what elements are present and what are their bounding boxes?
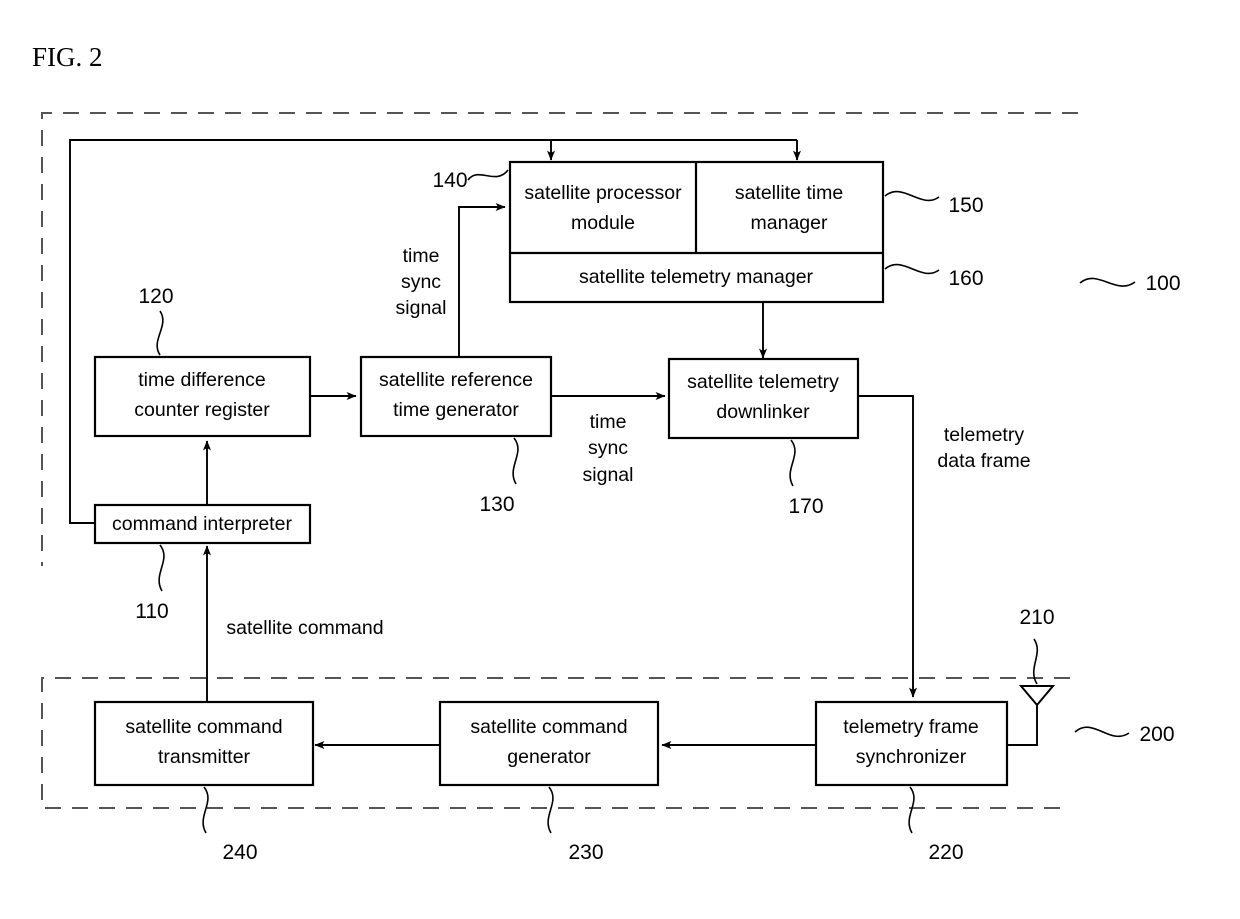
conn-frame-sync-to-antenna [1007, 704, 1038, 746]
signal-label-line2: sync [401, 271, 441, 293]
block-label-line2: generator [507, 746, 591, 768]
block-label-line1: satellite telemetry manager [579, 266, 814, 288]
leader-150 [884, 190, 940, 202]
block-command-transmitter[interactable]: satellite command transmitter [93, 700, 315, 787]
ref-num-220: 220 [928, 841, 963, 864]
block-label-line1: satellite command [470, 716, 627, 738]
block-label-line1: satellite time [735, 182, 843, 204]
leader-200 [1074, 726, 1130, 738]
block-label-line1: telemetry frame [843, 716, 978, 738]
block-label-line1: satellite reference [379, 369, 533, 391]
signal-time-sync-right: time sync signal [583, 411, 634, 486]
block-label-line1: satellite processor [524, 182, 682, 204]
leader-140 [467, 169, 509, 181]
block-label-line2: counter register [134, 399, 270, 421]
block-label-line2: module [571, 212, 635, 234]
block-label-line1: command interpreter [112, 513, 292, 535]
leader-240 [202, 786, 209, 834]
satellite-onboard-module-group: satellite processor module satellite tim… [508, 160, 885, 304]
block-label-line2: manager [751, 212, 828, 234]
signal-label-line1: telemetry [944, 424, 1024, 446]
antenna-icon [1018, 685, 1056, 707]
ref-num-160: 160 [948, 267, 983, 290]
block-frame-synchronizer[interactable]: telemetry frame synchronizer [814, 700, 1009, 787]
block-label-line2: transmitter [158, 746, 251, 768]
patent-figure: FIG. 2 satellite processor module satell… [0, 0, 1240, 919]
block-time-difference-counter[interactable]: time difference counter register [93, 355, 312, 438]
signal-label-line2: data frame [937, 450, 1030, 472]
block-label-line2: time generator [393, 399, 519, 421]
block-telemetry-downlinker[interactable]: satellite telemetry downlinker [667, 357, 860, 440]
block-outline [438, 700, 660, 787]
ref-num-130: 130 [479, 493, 514, 516]
signal-label-line1: satellite command [226, 617, 383, 639]
figure-title: FIG. 2 [32, 42, 103, 72]
figure-canvas: FIG. 2 satellite processor module satell… [32, 42, 1181, 864]
ref-num-230: 230 [568, 841, 603, 864]
block-reference-time-generator[interactable]: satellite reference time generator [359, 355, 553, 438]
leader-220 [908, 786, 915, 834]
ref-num-100: 100 [1145, 272, 1180, 295]
ref-num-240: 240 [222, 841, 257, 864]
ref-num-200: 200 [1139, 723, 1174, 746]
ref-num-170: 170 [788, 495, 823, 518]
signal-label-line3: signal [396, 297, 447, 319]
ref-num-140: 140 [432, 169, 467, 192]
signal-label-line3: signal [583, 464, 634, 486]
signal-label-line2: sync [588, 437, 628, 459]
block-label-line1: time difference [138, 369, 266, 391]
ref-num-120: 120 [138, 285, 173, 308]
block-label-line1: satellite telemetry [687, 371, 839, 393]
leader-100 [1079, 277, 1136, 287]
block-command-interpreter[interactable]: command interpreter [93, 503, 312, 545]
signal-label-line1: time [590, 411, 627, 433]
signal-telemetry-data-frame: telemetry data frame [937, 424, 1030, 472]
leader-160 [884, 263, 940, 275]
signal-satellite-command: satellite command [226, 617, 383, 639]
leader-130 [512, 437, 519, 485]
block-telemetry-manager[interactable]: satellite telemetry manager [579, 266, 814, 288]
ref-num-110: 110 [135, 600, 168, 623]
block-command-generator[interactable]: satellite command generator [438, 700, 660, 787]
leader-230 [547, 786, 554, 834]
block-label-line2: synchronizer [856, 746, 967, 768]
leader-170 [789, 439, 796, 487]
block-outline [814, 700, 1009, 787]
block-label-line2: downlinker [716, 401, 810, 423]
leader-110 [158, 544, 165, 592]
ref-num-210: 210 [1019, 606, 1054, 629]
signal-time-sync-up: time sync signal [396, 245, 447, 319]
signal-label-line1: time [403, 245, 440, 267]
conn-downlinker-to-frame-sync [858, 395, 917, 698]
conn-reftime-to-processor-module [458, 203, 506, 362]
block-outline [93, 700, 315, 787]
ref-num-150: 150 [948, 194, 983, 217]
block-label-line1: satellite command [125, 716, 282, 738]
leader-120 [156, 310, 164, 356]
